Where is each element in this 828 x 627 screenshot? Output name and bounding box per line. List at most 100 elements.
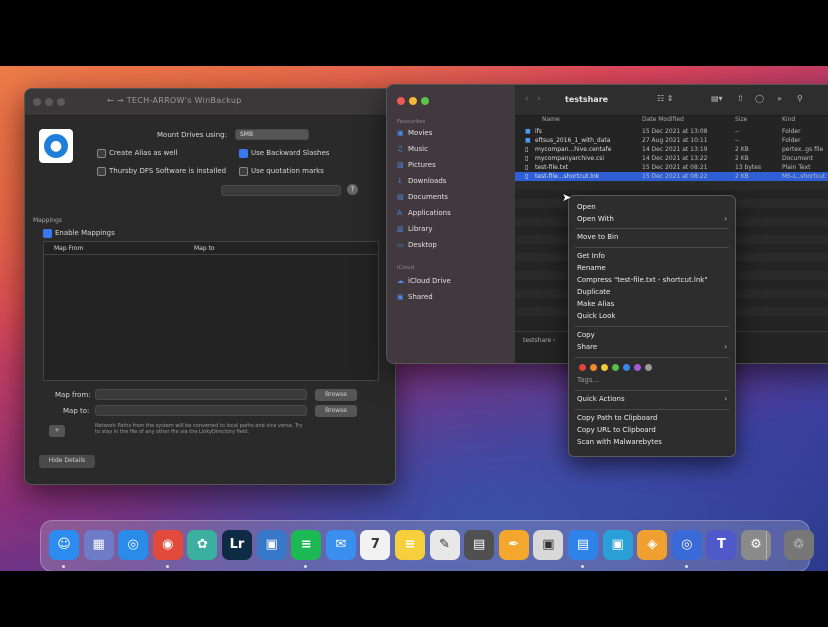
sidebar-item-pictures[interactable]: ▧ Pictures <box>397 161 436 169</box>
lightroom-icon[interactable]: Lr <box>222 530 252 560</box>
table-row[interactable]: ▯ test-file...shortcut.lnk 15 Dec 2021 at … <box>515 172 828 181</box>
preview-icon[interactable]: ▣ <box>256 530 287 560</box>
col-kind[interactable]: Kind <box>782 116 795 123</box>
thursby-checkbox[interactable] <box>97 167 106 176</box>
sidebar-item-downloads[interactable]: ↓ Downloads <box>397 177 446 185</box>
mail-icon[interactable]: ✉ <box>325 530 356 560</box>
sidebar-item-icloud-drive[interactable]: ☁ iCloud Drive <box>397 277 451 285</box>
path-field[interactable] <box>221 185 341 196</box>
sidebar-item-library[interactable]: ▥ Library <box>397 225 432 233</box>
sidebar-item-documents[interactable]: ▤ Documents <box>397 193 448 201</box>
tag-icon[interactable]: ◯ <box>755 94 764 103</box>
menu-separator <box>575 357 729 358</box>
menu-make-alias[interactable]: Make Alias <box>577 300 614 308</box>
quotation-checkbox[interactable] <box>239 167 248 176</box>
close-button[interactable] <box>397 97 405 105</box>
screenshot-icon[interactable]: ▣ <box>533 530 564 560</box>
forward-icon[interactable]: › <box>537 94 541 104</box>
menu-duplicate[interactable]: Duplicate <box>577 288 610 296</box>
menu-compress[interactable]: Compress "test-file.txt - shortcut.lnk" <box>577 276 708 284</box>
search-icon[interactable]: ⚲ <box>797 94 803 103</box>
table-row[interactable]: ▯ mycompanyarchive.csi 14 Dec 2021 at 13:2… <box>515 154 828 163</box>
menu-copy[interactable]: Copy <box>577 331 595 339</box>
map-to-field[interactable] <box>95 405 307 416</box>
minimize-button[interactable] <box>45 98 53 106</box>
table-row[interactable]: ■ ifs 15 Dec 2021 at 13:08 -- Folder <box>515 127 828 136</box>
tag-color-dot[interactable] <box>590 364 597 371</box>
sidebar-item-applications[interactable]: A Applications <box>397 209 451 217</box>
sidebar-item-movies[interactable]: ▣ Movies <box>397 129 432 137</box>
preview-2-icon[interactable]: ▣ <box>602 530 633 560</box>
trash-icon[interactable]: ♲ <box>783 530 814 560</box>
enable-mappings-checkbox[interactable] <box>43 229 52 238</box>
chrome-icon[interactable]: ◉ <box>152 530 183 560</box>
menu-get-info[interactable]: Get Info <box>577 252 605 260</box>
col-date[interactable]: Date Modified <box>642 116 684 123</box>
menu-copy-path[interactable]: Copy Path to Clipboard <box>577 414 657 422</box>
minimize-button[interactable] <box>409 97 417 105</box>
calendar-icon[interactable]: 7 <box>360 530 391 560</box>
sidebar-item-desktop[interactable]: ▭ Desktop <box>397 241 437 249</box>
sidebar-item-music[interactable]: ♫ Music <box>397 145 428 153</box>
backward-slashes-checkbox[interactable] <box>239 149 248 158</box>
tag-color-dot[interactable] <box>579 364 586 371</box>
launchpad-icon[interactable]: ▦ <box>83 530 114 560</box>
system-info-icon[interactable]: ◎ <box>671 530 702 560</box>
teams-icon[interactable]: T <box>706 530 737 560</box>
vpn-icon[interactable]: ◈ <box>637 530 668 560</box>
folder-icon: ■ <box>525 137 531 144</box>
table-row[interactable]: ■ eftsus_2016_1_with_data 27 Aug 2021 at 1… <box>515 136 828 145</box>
keynote-icon[interactable]: ▤ <box>568 530 598 560</box>
menu-open-with[interactable]: Open With <box>577 215 614 223</box>
tag-color-dot[interactable] <box>645 364 652 371</box>
empty-row <box>515 181 828 190</box>
col-size[interactable]: Size <box>735 116 747 123</box>
view-options-icon[interactable]: ☷ ⇕ <box>657 94 673 103</box>
tag-color-dot[interactable] <box>612 364 619 371</box>
map-from-browse-button[interactable]: Browse <box>315 389 357 401</box>
back-icon[interactable]: ‹ <box>525 94 529 104</box>
create-alias-checkbox[interactable] <box>97 149 106 158</box>
spotify-icon[interactable]: ≡ <box>291 530 322 560</box>
map-to-browse-button[interactable]: Browse <box>315 405 357 417</box>
mappings-table[interactable]: Map From Map to <box>43 241 379 381</box>
help-icon[interactable]: ? <box>347 184 358 195</box>
zoom-button[interactable] <box>57 98 65 106</box>
safari-icon[interactable]: ◎ <box>118 530 149 560</box>
sidebar-item-shared[interactable]: ▣ Shared <box>397 293 433 301</box>
map-from-field[interactable] <box>95 389 307 400</box>
photos-app-icon[interactable]: ✿ <box>187 530 218 560</box>
col-name[interactable]: Name <box>542 116 560 123</box>
close-button[interactable] <box>33 98 41 106</box>
menu-open[interactable]: Open <box>577 203 596 211</box>
table-row[interactable]: ▯ test-file.txt 15 Dec 2021 at 08:21 13 byt… <box>515 163 828 172</box>
path-bar[interactable]: testshare › <box>523 337 555 344</box>
share-icon[interactable]: ⇧ <box>737 94 744 103</box>
menu-quick-look[interactable]: Quick Look <box>577 312 615 320</box>
pages-icon[interactable]: ✒ <box>498 530 529 560</box>
table-row[interactable]: ▯ mycompan...hive.centafe 14 Dec 2021 at 1… <box>515 145 828 154</box>
more-icon[interactable]: » <box>777 94 782 103</box>
group-icon[interactable]: ▤▾ <box>711 94 723 103</box>
zoom-button[interactable] <box>421 97 429 105</box>
menu-quick-actions[interactable]: Quick Actions <box>577 395 625 403</box>
mount-select[interactable]: SMB <box>235 129 309 140</box>
hide-details-button[interactable]: Hide Details <box>39 455 95 468</box>
tag-color-dot[interactable] <box>601 364 608 371</box>
notes-icon[interactable]: ≡ <box>395 530 425 560</box>
menu-tags[interactable]: Tags... <box>577 376 599 384</box>
calculator-icon[interactable]: ▤ <box>464 530 495 560</box>
finder-title: testshare <box>565 95 609 104</box>
menu-move-to-bin[interactable]: Move to Bin <box>577 233 618 241</box>
finder-icon[interactable]: ☺ <box>49 530 79 560</box>
letterbox-bottom <box>0 571 828 627</box>
tag-color-dot[interactable] <box>634 364 641 371</box>
add-mapping-button[interactable]: + <box>49 425 65 437</box>
menu-scan[interactable]: Scan with Malwarebytes <box>577 438 662 446</box>
running-indicator <box>165 565 169 568</box>
textedit-icon[interactable]: ✎ <box>429 530 460 560</box>
tag-color-dot[interactable] <box>623 364 630 371</box>
menu-share[interactable]: Share <box>577 343 597 351</box>
menu-copy-url[interactable]: Copy URL to Clipboard <box>577 426 656 434</box>
menu-rename[interactable]: Rename <box>577 264 606 272</box>
